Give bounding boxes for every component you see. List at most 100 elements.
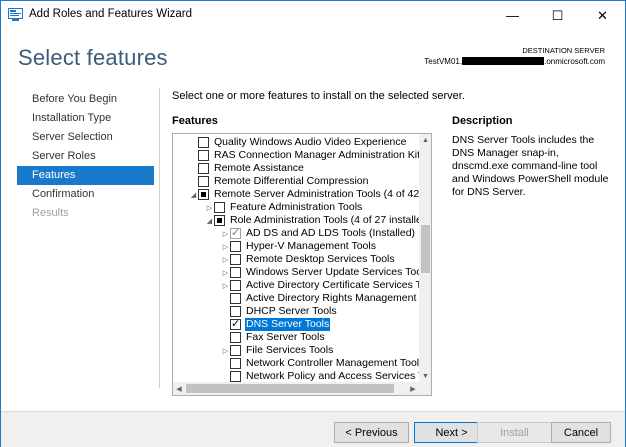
wizard-footer: < Previous Next > Install Cancel <box>1 411 625 447</box>
horizontal-scroll-thumb[interactable] <box>186 384 394 393</box>
tree-row[interactable]: ▷ Hyper-V Management Tools <box>221 240 419 253</box>
nav-item-features[interactable]: Features <box>17 166 154 185</box>
feature-checkbox[interactable] <box>198 189 209 200</box>
title-bar[interactable]: Add Roles and Features Wizard — ☐ ✕ <box>1 1 625 30</box>
cancel-button[interactable]: Cancel <box>551 422 611 443</box>
feature-checkbox <box>230 226 241 239</box>
tree-row[interactable]: ▷ Feature Administration Tools <box>205 201 419 214</box>
scroll-up-icon[interactable]: ▲ <box>419 134 431 146</box>
feature-label[interactable]: Remote Server Administration Tools (4 of… <box>213 188 419 201</box>
collapsed-arrow-icon[interactable]: ▷ <box>221 344 230 357</box>
feature-checkbox[interactable] <box>230 371 241 382</box>
tree-row[interactable]: RAS Connection Manager Administration Ki… <box>189 149 419 162</box>
feature-checkbox[interactable] <box>230 306 241 317</box>
features-heading: Features <box>172 115 218 127</box>
tree-row[interactable]: ▷ Active Directory Certificate Services T… <box>221 279 419 292</box>
collapsed-arrow-icon[interactable]: ▷ <box>221 240 230 253</box>
tree-row[interactable]: Remote Assistance <box>189 162 419 175</box>
vertical-scroll-thumb[interactable] <box>421 225 430 273</box>
expanded-arrow-icon[interactable]: ◢ <box>205 214 214 227</box>
feature-label[interactable]: File Services Tools <box>245 344 334 357</box>
destination-server-label: DESTINATION SERVER <box>522 46 605 55</box>
maximize-button[interactable]: ☐ <box>535 1 580 30</box>
scroll-down-icon[interactable]: ▼ <box>419 370 431 382</box>
feature-label[interactable]: Active Directory Certificate Services To… <box>245 279 419 292</box>
tree-row[interactable]: Network Controller Management Tools <box>221 357 419 370</box>
feature-label[interactable]: Hyper-V Management Tools <box>245 240 377 253</box>
feature-checkbox[interactable] <box>198 150 209 161</box>
feature-checkbox[interactable] <box>198 137 209 148</box>
tree-row[interactable]: DNS Server Tools <box>221 317 419 331</box>
page-title: Select features <box>18 45 168 70</box>
tree-row[interactable]: Fax Server Tools <box>221 331 419 344</box>
feature-checkbox[interactable] <box>198 176 209 187</box>
feature-label[interactable]: RAS Connection Manager Administration Ki… <box>213 149 419 162</box>
tree-row[interactable]: ▷ Remote Desktop Services Tools <box>221 253 419 266</box>
feature-checkbox[interactable] <box>230 358 241 369</box>
nav-item-results: Results <box>32 207 69 219</box>
vertical-scrollbar[interactable]: ▲ ▼ <box>419 134 431 382</box>
feature-label[interactable]: Feature Administration Tools <box>229 201 363 214</box>
feature-label[interactable]: DNS Server Tools <box>245 318 331 331</box>
feature-checkbox[interactable] <box>230 280 241 291</box>
feature-checkbox[interactable] <box>214 215 225 226</box>
feature-checkbox[interactable] <box>230 267 241 278</box>
minimize-icon: — <box>506 8 519 23</box>
feature-checkbox[interactable] <box>198 163 209 174</box>
collapsed-arrow-icon[interactable]: ▷ <box>221 253 230 266</box>
tree-row[interactable]: Quality Windows Audio Video Experience <box>189 136 419 149</box>
feature-checkbox[interactable] <box>214 202 225 213</box>
redaction-bar <box>462 57 545 65</box>
tree-row[interactable]: ▷ Windows Server Update Services Tools <box>221 266 419 279</box>
tree-row[interactable]: ▷ File Services Tools <box>221 344 419 357</box>
tree-row[interactable]: DHCP Server Tools <box>221 305 419 318</box>
maximize-icon: ☐ <box>551 7 564 23</box>
tree-row[interactable]: ◢ Remote Server Administration Tools (4 o… <box>189 188 419 201</box>
feature-checkbox[interactable] <box>230 293 241 304</box>
minimize-button[interactable]: — <box>490 1 535 30</box>
expanded-arrow-icon[interactable]: ◢ <box>189 188 198 201</box>
collapsed-arrow-icon[interactable]: ▷ <box>221 266 230 279</box>
nav-item-server-selection[interactable]: Server Selection <box>17 128 154 147</box>
horizontal-scrollbar[interactable]: ◀ ▶ <box>173 382 419 395</box>
close-button[interactable]: ✕ <box>580 1 625 30</box>
close-icon: ✕ <box>597 7 608 23</box>
feature-label[interactable]: Remote Differential Compression <box>213 175 369 188</box>
feature-checkbox[interactable] <box>230 254 241 265</box>
tree-row[interactable]: Remote Differential Compression <box>189 175 419 188</box>
feature-label[interactable]: Remote Assistance <box>213 162 305 175</box>
nav-item-before-you-begin[interactable]: Before You Begin <box>17 90 154 109</box>
tree-row[interactable]: Network Policy and Access Services Tools <box>221 370 419 382</box>
tree-row[interactable]: ▷ AD DS and AD LDS Tools (Installed) <box>221 226 419 240</box>
feature-label[interactable]: DHCP Server Tools <box>245 305 338 318</box>
feature-label[interactable]: AD DS and AD LDS Tools (Installed) <box>245 227 416 240</box>
feature-label[interactable]: Remote Desktop Services Tools <box>245 253 396 266</box>
nav-divider <box>159 88 160 388</box>
previous-button[interactable]: < Previous <box>334 422 409 443</box>
collapsed-arrow-icon[interactable]: ▷ <box>221 279 230 292</box>
scroll-left-icon[interactable]: ◀ <box>173 382 185 395</box>
tree-row[interactable]: Active Directory Rights Management Servi… <box>221 292 419 305</box>
collapsed-arrow-icon[interactable]: ▷ <box>221 227 230 240</box>
feature-label[interactable]: Active Directory Rights Management Servi… <box>245 292 419 305</box>
nav-item-installation-type[interactable]: Installation Type <box>17 109 154 128</box>
feature-label[interactable]: Quality Windows Audio Video Experience <box>213 136 407 149</box>
feature-label[interactable]: Fax Server Tools <box>245 331 326 344</box>
feature-label[interactable]: Network Controller Management Tools <box>245 357 419 370</box>
feature-label[interactable]: Network Policy and Access Services Tools <box>245 370 419 382</box>
collapsed-arrow-icon[interactable]: ▷ <box>205 201 214 214</box>
nav-item-server-roles[interactable]: Server Roles <box>17 147 154 166</box>
feature-checkbox[interactable] <box>230 345 241 356</box>
install-button[interactable]: Install <box>477 422 552 443</box>
feature-label[interactable]: Windows Server Update Services Tools <box>245 266 419 279</box>
feature-checkbox[interactable] <box>230 332 241 343</box>
scroll-right-icon[interactable]: ▶ <box>407 382 419 395</box>
feature-checkbox[interactable] <box>230 241 241 252</box>
nav-item-confirmation[interactable]: Confirmation <box>17 185 154 204</box>
features-tree[interactable]: Quality Windows Audio Video Experience RA… <box>172 133 432 396</box>
feature-checkbox[interactable] <box>230 317 241 330</box>
feature-label[interactable]: Role Administration Tools (4 of 27 insta… <box>229 214 419 227</box>
